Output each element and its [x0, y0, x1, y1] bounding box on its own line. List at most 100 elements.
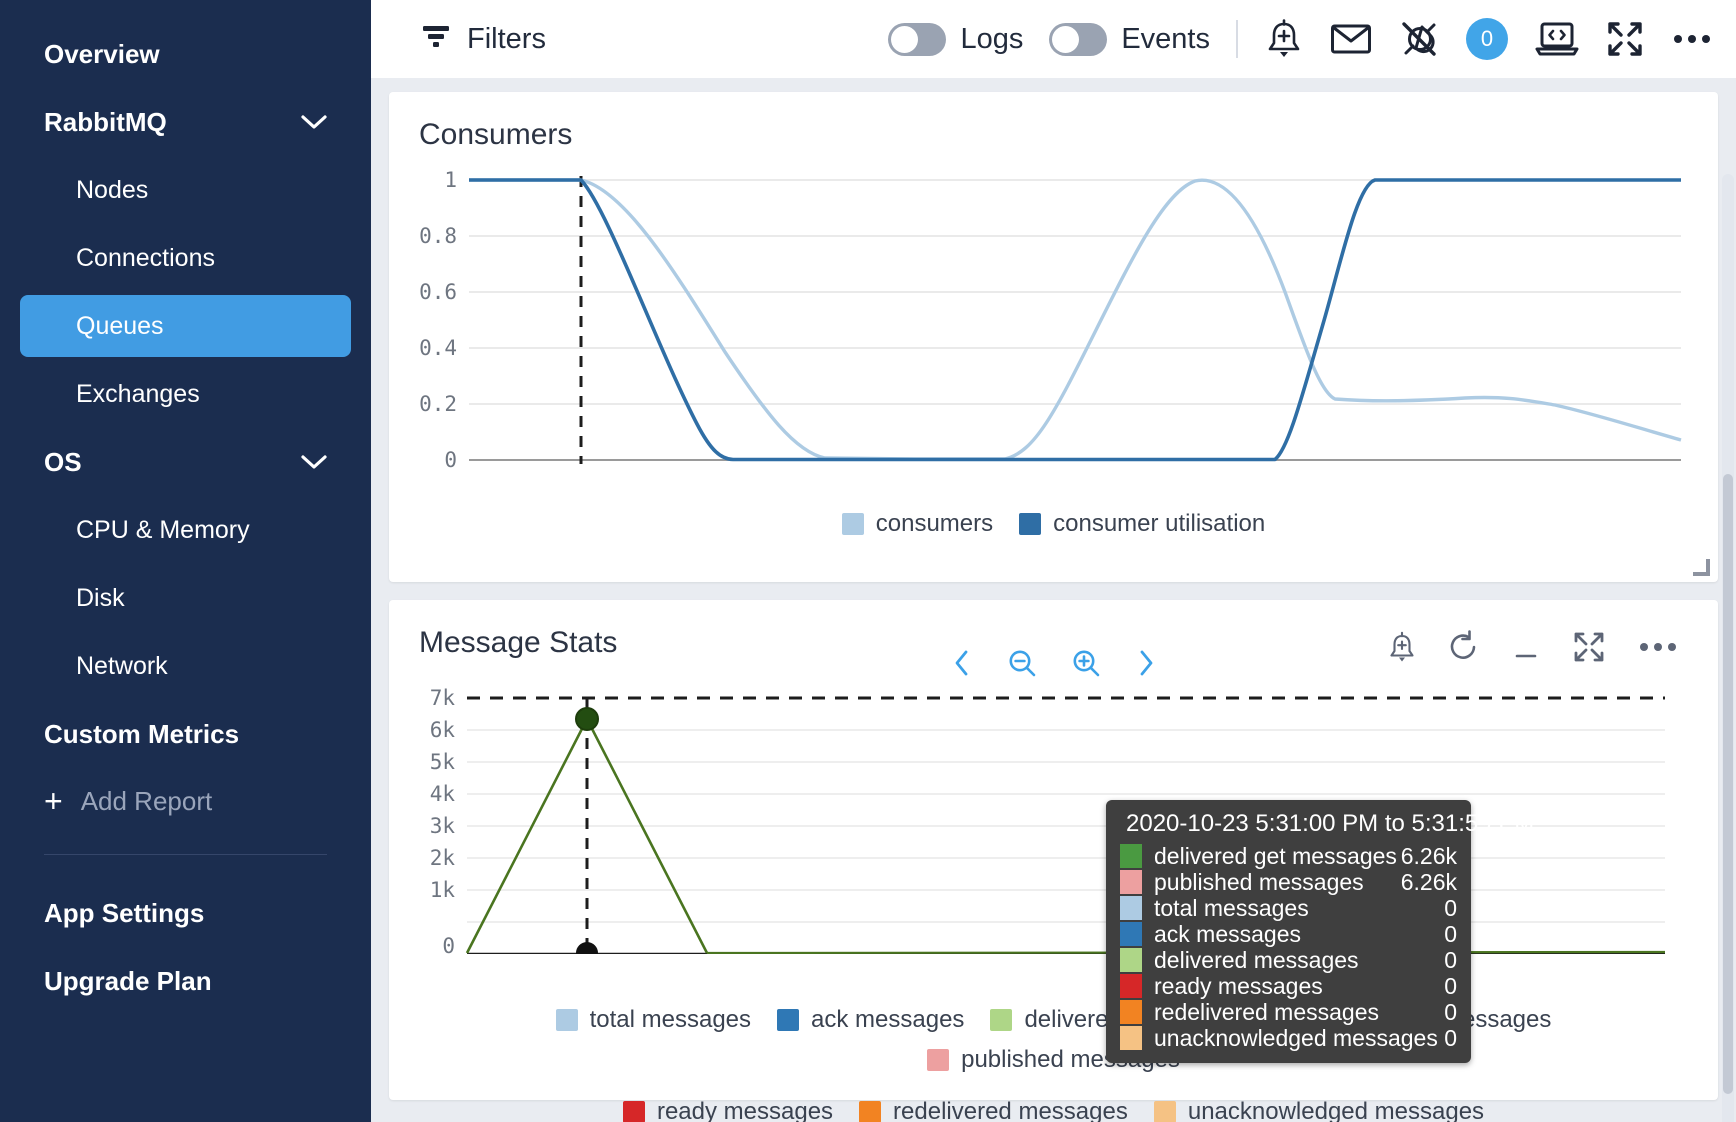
svg-text:5:34 PM: 5:34 PM: [910, 479, 996, 482]
vertical-scrollbar[interactable]: [1722, 174, 1734, 1122]
add-report-button[interactable]: + Add Report: [0, 768, 371, 834]
svg-text:7k: 7k: [430, 686, 456, 710]
legend-swatch: [777, 1009, 800, 1031]
sidebar-item-disk[interactable]: Disk: [0, 564, 371, 632]
panel-title-consumers: Consumers: [419, 118, 573, 151]
events-toggle-switch[interactable]: [1049, 22, 1108, 56]
sidebar-item-os[interactable]: OS: [0, 428, 371, 496]
sidebar-item-nodes[interactable]: Nodes: [0, 156, 371, 224]
logs-toggle-switch[interactable]: [888, 22, 947, 56]
minimize-icon[interactable]: [1510, 630, 1542, 664]
legend-item[interactable]: ack messages: [777, 1006, 964, 1034]
sidebar-item-queues[interactable]: Queues: [0, 292, 371, 360]
envelope-icon[interactable]: [1330, 22, 1372, 56]
tooltip-value: 6.26k: [1400, 842, 1457, 869]
svg-text:5:30 PM: 5:30 PM: [469, 479, 555, 482]
more-options-icon[interactable]: [1636, 643, 1680, 651]
legend-item[interactable]: consumer utilisation: [1019, 510, 1265, 538]
laptop-code-icon[interactable]: [1534, 20, 1580, 58]
add-alert-icon[interactable]: [1386, 630, 1418, 664]
tooltip-row: delivered messages 0: [1120, 947, 1457, 973]
message-stats-legend: total messages ack messages delivered me…: [389, 1006, 1718, 1122]
tooltip-row: ack messages 0: [1120, 921, 1457, 947]
sidebar-item-connections[interactable]: Connections: [0, 224, 371, 292]
tooltip-label: ready messages: [1154, 972, 1323, 999]
consumers-chart[interactable]: 1 0.8 0.6 0.4 0.2 0 5:30: [389, 152, 1718, 482]
sidebar-item-exchanges[interactable]: Exchanges: [0, 360, 371, 428]
svg-text:0: 0: [444, 448, 457, 472]
plug-disconnected-icon[interactable]: [1398, 18, 1440, 60]
tooltip-row: redelivered messages 0: [1120, 999, 1457, 1025]
message-stats-chart[interactable]: 7k 6k 5k 4k 3k 2k 1k 0: [389, 664, 1718, 954]
svg-text:3k: 3k: [430, 814, 456, 838]
sidebar-item-network[interactable]: Network: [0, 632, 371, 700]
svg-text:1k: 1k: [430, 878, 456, 902]
pan-left-icon[interactable]: [951, 648, 973, 678]
add-report-label: Add Report: [80, 785, 213, 816]
legend-item[interactable]: ready messages: [622, 1098, 834, 1122]
tooltip-label: delivered messages: [1154, 946, 1359, 973]
status-badge[interactable]: 0: [1466, 18, 1508, 60]
legend-label: total messages: [589, 1006, 752, 1033]
legend-label: consumers: [875, 510, 994, 537]
svg-text:5:38 PM: 5:38 PM: [1395, 479, 1481, 482]
tooltip-label: published messages: [1154, 868, 1364, 895]
sidebar-item-rabbitmq[interactable]: RabbitMQ: [0, 88, 371, 156]
events-toggle[interactable]: Events: [1049, 22, 1210, 56]
tooltip-value: 0: [1444, 998, 1457, 1025]
chevron-down-icon: [301, 114, 327, 130]
sidebar-item-app-settings[interactable]: App Settings: [0, 879, 371, 947]
message-stats-panel: Message Stats 7k 6k 5k 4k 3k 2k 1k 0 tot…: [389, 600, 1718, 1122]
refresh-icon[interactable]: [1448, 630, 1480, 664]
legend-label: redelivered messages: [893, 1098, 1128, 1122]
sidebar-item-label: Queues: [76, 311, 164, 340]
svg-text:6k: 6k: [430, 718, 456, 742]
sidebar-item-label: OS: [44, 446, 82, 477]
sidebar-item-custom-metrics[interactable]: Custom Metrics: [0, 700, 371, 768]
legend-swatch: [622, 1101, 645, 1122]
tooltip-title: 2020-10-23 5:31:00 PM to 5:31:59 PM: [1126, 810, 1535, 837]
legend-swatch: [841, 513, 864, 535]
zoom-out-icon[interactable]: [1007, 648, 1037, 678]
filters-button[interactable]: Filters: [421, 22, 546, 56]
bell-plus-icon[interactable]: [1264, 18, 1304, 60]
scrollbar-thumb[interactable]: [1723, 474, 1733, 1094]
more-options-icon[interactable]: [1670, 35, 1714, 43]
tooltip-value: 0: [1444, 972, 1457, 999]
sidebar-item-label: Overview: [44, 38, 160, 69]
zoom-in-icon[interactable]: [1071, 648, 1101, 678]
tooltip-label: ack messages: [1154, 920, 1302, 947]
svg-text:0.6: 0.6: [419, 280, 457, 304]
tooltip-swatch: [1120, 844, 1142, 868]
legend-item[interactable]: unacknowledged messages: [1153, 1098, 1484, 1122]
legend-swatch: [1153, 1101, 1176, 1122]
legend-label: ready messages: [656, 1098, 834, 1122]
toolbar-separator: [1236, 20, 1238, 58]
tooltip-label: redelivered messages: [1154, 998, 1380, 1025]
sidebar-item-overview[interactable]: Overview: [0, 20, 371, 88]
sidebar-item-upgrade-plan[interactable]: Upgrade Plan: [0, 947, 371, 1015]
legend-item[interactable]: consumers: [841, 510, 994, 538]
sidebar-item-label: Disk: [76, 583, 125, 612]
legend-item[interactable]: redelivered messages: [859, 1098, 1128, 1122]
sidebar-item-label: Exchanges: [76, 379, 200, 408]
consumers-panel: Consumers 1 0.8 0.6 0.4 0.2 0 consumers …: [389, 92, 1718, 582]
chart-zoom-controls: [951, 648, 1157, 678]
expand-icon[interactable]: [1606, 20, 1644, 58]
events-toggle-label: Events: [1121, 22, 1210, 55]
expand-icon[interactable]: [1572, 630, 1606, 664]
pan-right-icon[interactable]: [1135, 648, 1157, 678]
app-root: Overview RabbitMQ Nodes Connections Queu…: [0, 0, 1736, 1122]
logs-toggle[interactable]: Logs: [888, 22, 1023, 56]
sidebar-item-cpu-memory[interactable]: CPU & Memory: [0, 496, 371, 564]
svg-text:5k: 5k: [430, 750, 456, 774]
tooltip-value: 0: [1444, 894, 1457, 921]
sidebar-item-label: Network: [76, 651, 168, 680]
panel-resize-handle[interactable]: [1693, 559, 1710, 576]
tooltip-swatch: [1120, 948, 1142, 972]
legend-swatch: [1019, 513, 1042, 535]
sidebar-item-label: Custom Metrics: [44, 718, 240, 749]
svg-text:5:36 PM: 5:36 PM: [1152, 479, 1238, 482]
legend-item[interactable]: total messages: [555, 1006, 752, 1034]
tooltip-row: published messages 6.26k: [1120, 869, 1457, 895]
